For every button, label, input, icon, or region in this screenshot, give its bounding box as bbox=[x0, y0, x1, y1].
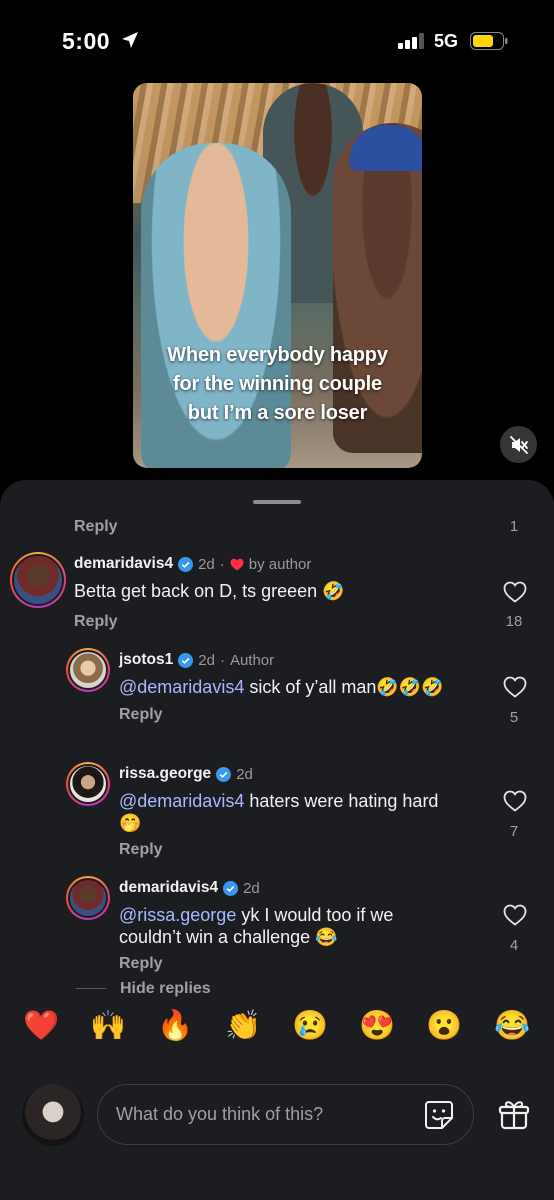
comment-username[interactable]: demaridavis4 bbox=[74, 555, 173, 573]
verified-badge-icon bbox=[178, 652, 194, 668]
comment-header: demaridavis4 2d · by author bbox=[74, 555, 311, 573]
comment-emoji: 🤭 bbox=[119, 813, 142, 833]
like-count: 7 bbox=[509, 823, 519, 840]
reply-button[interactable]: Reply bbox=[74, 518, 118, 536]
comment-username[interactable]: demaridavis4 bbox=[119, 879, 218, 897]
comment-text: Betta get back on D, ts greeen 🤣 bbox=[74, 580, 345, 602]
location-arrow-icon bbox=[122, 32, 138, 48]
reply-button[interactable]: Reply bbox=[119, 706, 163, 724]
sticker-icon[interactable] bbox=[423, 1099, 455, 1131]
heart-outline-icon[interactable] bbox=[503, 581, 527, 603]
author-label: Author bbox=[229, 651, 275, 669]
heart-outline-icon[interactable] bbox=[503, 676, 527, 698]
comment-input[interactable]: What do you think of this? bbox=[97, 1084, 474, 1145]
comment-header: rissa.george 2d bbox=[119, 765, 253, 783]
comment-mention[interactable]: @rissa.george bbox=[119, 905, 236, 925]
mute-button[interactable] bbox=[500, 426, 537, 463]
reply-button[interactable]: Reply bbox=[119, 955, 163, 973]
comment-username[interactable]: rissa.george bbox=[119, 765, 211, 783]
like-count: 5 bbox=[509, 709, 519, 726]
comment-text: @demaridavis4 sick of y’all man🤣🤣🤣 bbox=[119, 676, 444, 698]
network-label: 5G bbox=[434, 31, 459, 51]
avatar[interactable] bbox=[66, 876, 110, 920]
reaction-tears-of-joy[interactable]: 😂 bbox=[492, 1009, 532, 1043]
comment-header: demaridavis4 2d bbox=[119, 879, 260, 897]
avatar[interactable] bbox=[10, 552, 66, 608]
comment-time: 2d bbox=[243, 879, 260, 897]
heart-outline-icon[interactable] bbox=[503, 790, 527, 812]
status-bar: 5:00 5G bbox=[0, 0, 554, 80]
current-user-avatar bbox=[22, 1084, 84, 1146]
avatar[interactable] bbox=[66, 762, 110, 806]
caption-line: When everybody happy bbox=[167, 344, 388, 366]
battery-icon bbox=[470, 32, 508, 50]
reaction-red-heart[interactable]: ❤️ bbox=[21, 1009, 61, 1043]
comment-time: 2d bbox=[198, 555, 215, 573]
video-caption: When everybody happy for the winning cou… bbox=[133, 341, 422, 428]
status-time: 5:00 bbox=[62, 28, 111, 54]
comment-text: @demaridavis4 haters were hating hard 🤭 bbox=[119, 790, 479, 834]
comment-time: 2d bbox=[198, 651, 215, 669]
comment-input-placeholder: What do you think of this? bbox=[116, 1104, 324, 1124]
comment-body: sick of y’all man bbox=[244, 677, 377, 697]
comment-mention[interactable]: @demaridavis4 bbox=[119, 677, 244, 697]
comment-body: haters were hating hard bbox=[244, 791, 439, 811]
comment-mention[interactable]: @demaridavis4 bbox=[119, 791, 244, 811]
comment-emoji: 🤣🤣🤣 bbox=[376, 677, 444, 697]
reply-button[interactable]: Reply bbox=[74, 613, 118, 631]
reaction-clapping[interactable]: 👏 bbox=[223, 1009, 263, 1043]
comment-emoji: 🤣 bbox=[322, 581, 345, 601]
comment-header: jsotos1 2d · Author bbox=[119, 651, 274, 669]
comment-body: yk I would too if we bbox=[236, 905, 394, 925]
comment-emoji: 😂 bbox=[315, 927, 338, 947]
reaction-raised-hands[interactable]: 🙌 bbox=[88, 1009, 128, 1043]
caption-line: but I’m a sore loser bbox=[187, 402, 368, 424]
like-count: 4 bbox=[509, 937, 519, 954]
hide-replies-button[interactable]: Hide replies bbox=[120, 980, 211, 998]
meta-separator: · bbox=[219, 555, 225, 573]
comment-text: @rissa.george yk I would too if we could… bbox=[119, 904, 479, 948]
video-player[interactable]: When everybody happy for the winning cou… bbox=[133, 83, 422, 468]
comment-username[interactable]: jsotos1 bbox=[119, 651, 173, 669]
hide-replies-divider bbox=[76, 988, 106, 989]
reply-button[interactable]: Reply bbox=[119, 841, 163, 859]
reaction-surprised-face[interactable]: 😮 bbox=[424, 1009, 464, 1043]
by-author-label: by author bbox=[248, 555, 312, 573]
avatar[interactable] bbox=[66, 648, 110, 692]
heart-outline-icon[interactable] bbox=[503, 904, 527, 926]
sheet-drag-handle[interactable] bbox=[253, 500, 301, 504]
speaker-muted-icon bbox=[509, 435, 528, 454]
signal-bars-icon bbox=[398, 33, 424, 49]
comment-body: Betta get back on D, ts greeen bbox=[74, 581, 318, 601]
reaction-crying-face[interactable]: 😢 bbox=[290, 1009, 330, 1043]
verified-badge-icon bbox=[223, 880, 239, 896]
comments-sheet: Reply 1 demaridavis4 2d · by author Bett… bbox=[0, 480, 554, 1200]
comment-time: 2d bbox=[236, 765, 253, 783]
reaction-fire[interactable]: 🔥 bbox=[155, 1009, 195, 1043]
caption-line: for the winning couple bbox=[173, 373, 382, 395]
like-count: 1 bbox=[509, 518, 519, 535]
comment-body-line2: couldn’t win a challenge bbox=[119, 927, 311, 947]
author-heart-icon bbox=[230, 558, 244, 570]
verified-badge-icon bbox=[178, 556, 194, 572]
meta-separator: · bbox=[219, 651, 225, 669]
reaction-heart-eyes[interactable]: 😍 bbox=[357, 1009, 397, 1043]
verified-badge-icon bbox=[216, 766, 232, 782]
like-count: 18 bbox=[505, 613, 523, 630]
gift-icon[interactable] bbox=[497, 1098, 531, 1132]
